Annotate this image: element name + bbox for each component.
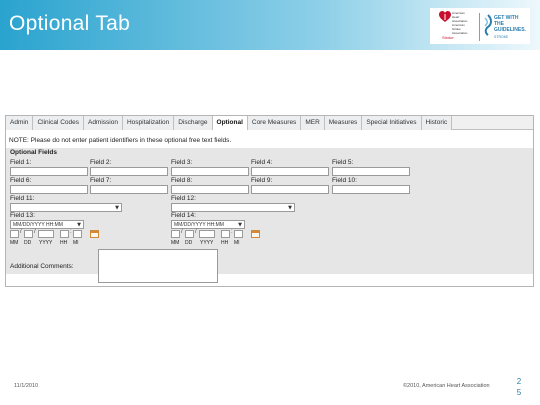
field-5-input[interactable] [332, 167, 410, 176]
field-4-label: Field 4: [251, 159, 273, 166]
field-13-label: Field 13: [10, 212, 35, 219]
field-8-label: Field 8: [171, 177, 193, 184]
tab-optional[interactable]: Optional [212, 116, 248, 130]
tab-core-measures[interactable]: Core Measures [247, 116, 302, 130]
field-10-input[interactable] [332, 185, 410, 194]
date-cap-mi: MI [234, 240, 240, 246]
field-13-hour-input[interactable] [60, 230, 69, 238]
field-14-label: Field 14: [171, 212, 196, 219]
field-14-format-select[interactable]: MM/DD/YYYY HH:MM ▼ [171, 220, 245, 229]
footer-date: 11/1/2010 [14, 383, 39, 389]
calendar-icon[interactable] [90, 230, 99, 238]
field-4-input[interactable] [251, 167, 329, 176]
tab-admin[interactable]: Admin [6, 116, 34, 130]
form-screenshot: Admin Clinical Codes Admission Hospitali… [5, 115, 534, 287]
tab-special-initiatives[interactable]: Special Initiatives [362, 116, 422, 130]
time-separator: : [231, 229, 233, 235]
date-cap-dd: DD [24, 240, 32, 246]
chevron-down-icon: ▼ [77, 222, 81, 228]
date-cap-hh: HH [221, 240, 229, 246]
field-2-label: Field 2: [90, 159, 112, 166]
field-1-label: Field 1: [10, 159, 32, 166]
chevron-down-icon: ▼ [288, 205, 292, 211]
gwtg-logo-sub: STROKE [494, 35, 509, 39]
tab-clinical-codes[interactable]: Clinical Codes [33, 116, 84, 130]
chevron-down-icon: ▼ [115, 205, 119, 211]
field-9-label: Field 9: [251, 177, 273, 184]
date-cap-mm: MM [10, 240, 19, 246]
field-14-year-input[interactable] [199, 230, 215, 238]
field-6-label: Field 6: [10, 177, 32, 184]
field-3-label: Field 3: [171, 159, 193, 166]
time-separator: : [70, 229, 72, 235]
field-9-input[interactable] [251, 185, 329, 194]
chevron-down-icon: ▼ [238, 222, 242, 228]
date-separator: / [181, 229, 183, 235]
heart-logo-icon [439, 11, 451, 22]
date-cap-hh: HH [60, 240, 68, 246]
field-13-minute-input[interactable] [73, 230, 82, 238]
privacy-note: NOTE: Please do not enter patient identi… [9, 137, 232, 144]
page-number-text: 2 5 [516, 377, 522, 397]
field-14-day-input[interactable] [185, 230, 194, 238]
optional-fields-section: Optional Fields Field 1: Field 2: Field … [6, 148, 533, 274]
logo-divider [479, 13, 480, 41]
page-number: 2 5 [513, 376, 525, 398]
field-8-input[interactable] [171, 185, 249, 194]
field-14-hour-input[interactable] [221, 230, 230, 238]
gwtg-swirl-icon [484, 14, 492, 36]
field-5-label: Field 5: [332, 159, 354, 166]
field-7-input[interactable] [90, 185, 168, 194]
field-13-day-input[interactable] [24, 230, 33, 238]
field-14-month-input[interactable] [171, 230, 180, 238]
gwtg-logo-text: GET WITH THE GUIDELINES. [494, 15, 526, 33]
tab-measures[interactable]: Measures [324, 116, 363, 130]
footer-copyright: ©2010, American Heart Association [403, 383, 490, 389]
field-11-select[interactable]: ▼ [10, 203, 122, 212]
tab-bar: Admin Clinical Codes Admission Hospitali… [6, 116, 533, 130]
date-cap-mi: MI [73, 240, 79, 246]
date-format-text: MM/DD/YYYY HH:MM [174, 222, 224, 228]
field-12-select[interactable]: ▼ [171, 203, 295, 212]
field-13-format-select[interactable]: MM/DD/YYYY HH:MM ▼ [10, 220, 84, 229]
field-7-label: Field 7: [90, 177, 112, 184]
field-6-input[interactable] [10, 185, 88, 194]
tab-hospitalization[interactable]: Hospitalization [122, 116, 175, 130]
date-cap-yyyy: YYYY [200, 240, 214, 246]
aha-tagline: Stroke [442, 35, 454, 40]
field-3-input[interactable] [171, 167, 249, 176]
field-12-label: Field 12: [171, 195, 196, 202]
date-separator: / [34, 229, 36, 235]
tab-historic[interactable]: Historic [421, 116, 453, 130]
field-11-label: Field 11: [10, 195, 35, 202]
date-cap-dd: DD [185, 240, 193, 246]
date-cap-mm: MM [171, 240, 180, 246]
tab-discharge[interactable]: Discharge [174, 116, 213, 130]
slide-header: Optional Tab American Heart Association.… [0, 0, 540, 50]
section-title: Optional Fields [10, 149, 57, 156]
field-2-input[interactable] [90, 167, 168, 176]
field-14-minute-input[interactable] [234, 230, 243, 238]
field-13-month-input[interactable] [10, 230, 19, 238]
tab-mer[interactable]: MER [301, 116, 325, 130]
field-10-label: Field 10: [332, 177, 357, 184]
logo-panel: American Heart Association. American Str… [430, 8, 530, 44]
field-1-input[interactable] [10, 167, 88, 176]
date-separator: / [195, 229, 197, 235]
field-13-year-input[interactable] [38, 230, 54, 238]
date-format-text: MM/DD/YYYY HH:MM [13, 222, 63, 228]
tab-admission[interactable]: Admission [83, 116, 123, 130]
date-separator: / [20, 229, 22, 235]
additional-comments-label: Additional Comments: [10, 263, 74, 270]
aha-logo-text: American Heart Association. American Str… [452, 11, 469, 35]
calendar-icon[interactable] [251, 230, 260, 238]
slide-title: Optional Tab [9, 12, 131, 35]
additional-comments-textarea[interactable] [98, 249, 218, 283]
date-cap-yyyy: YYYY [39, 240, 53, 246]
